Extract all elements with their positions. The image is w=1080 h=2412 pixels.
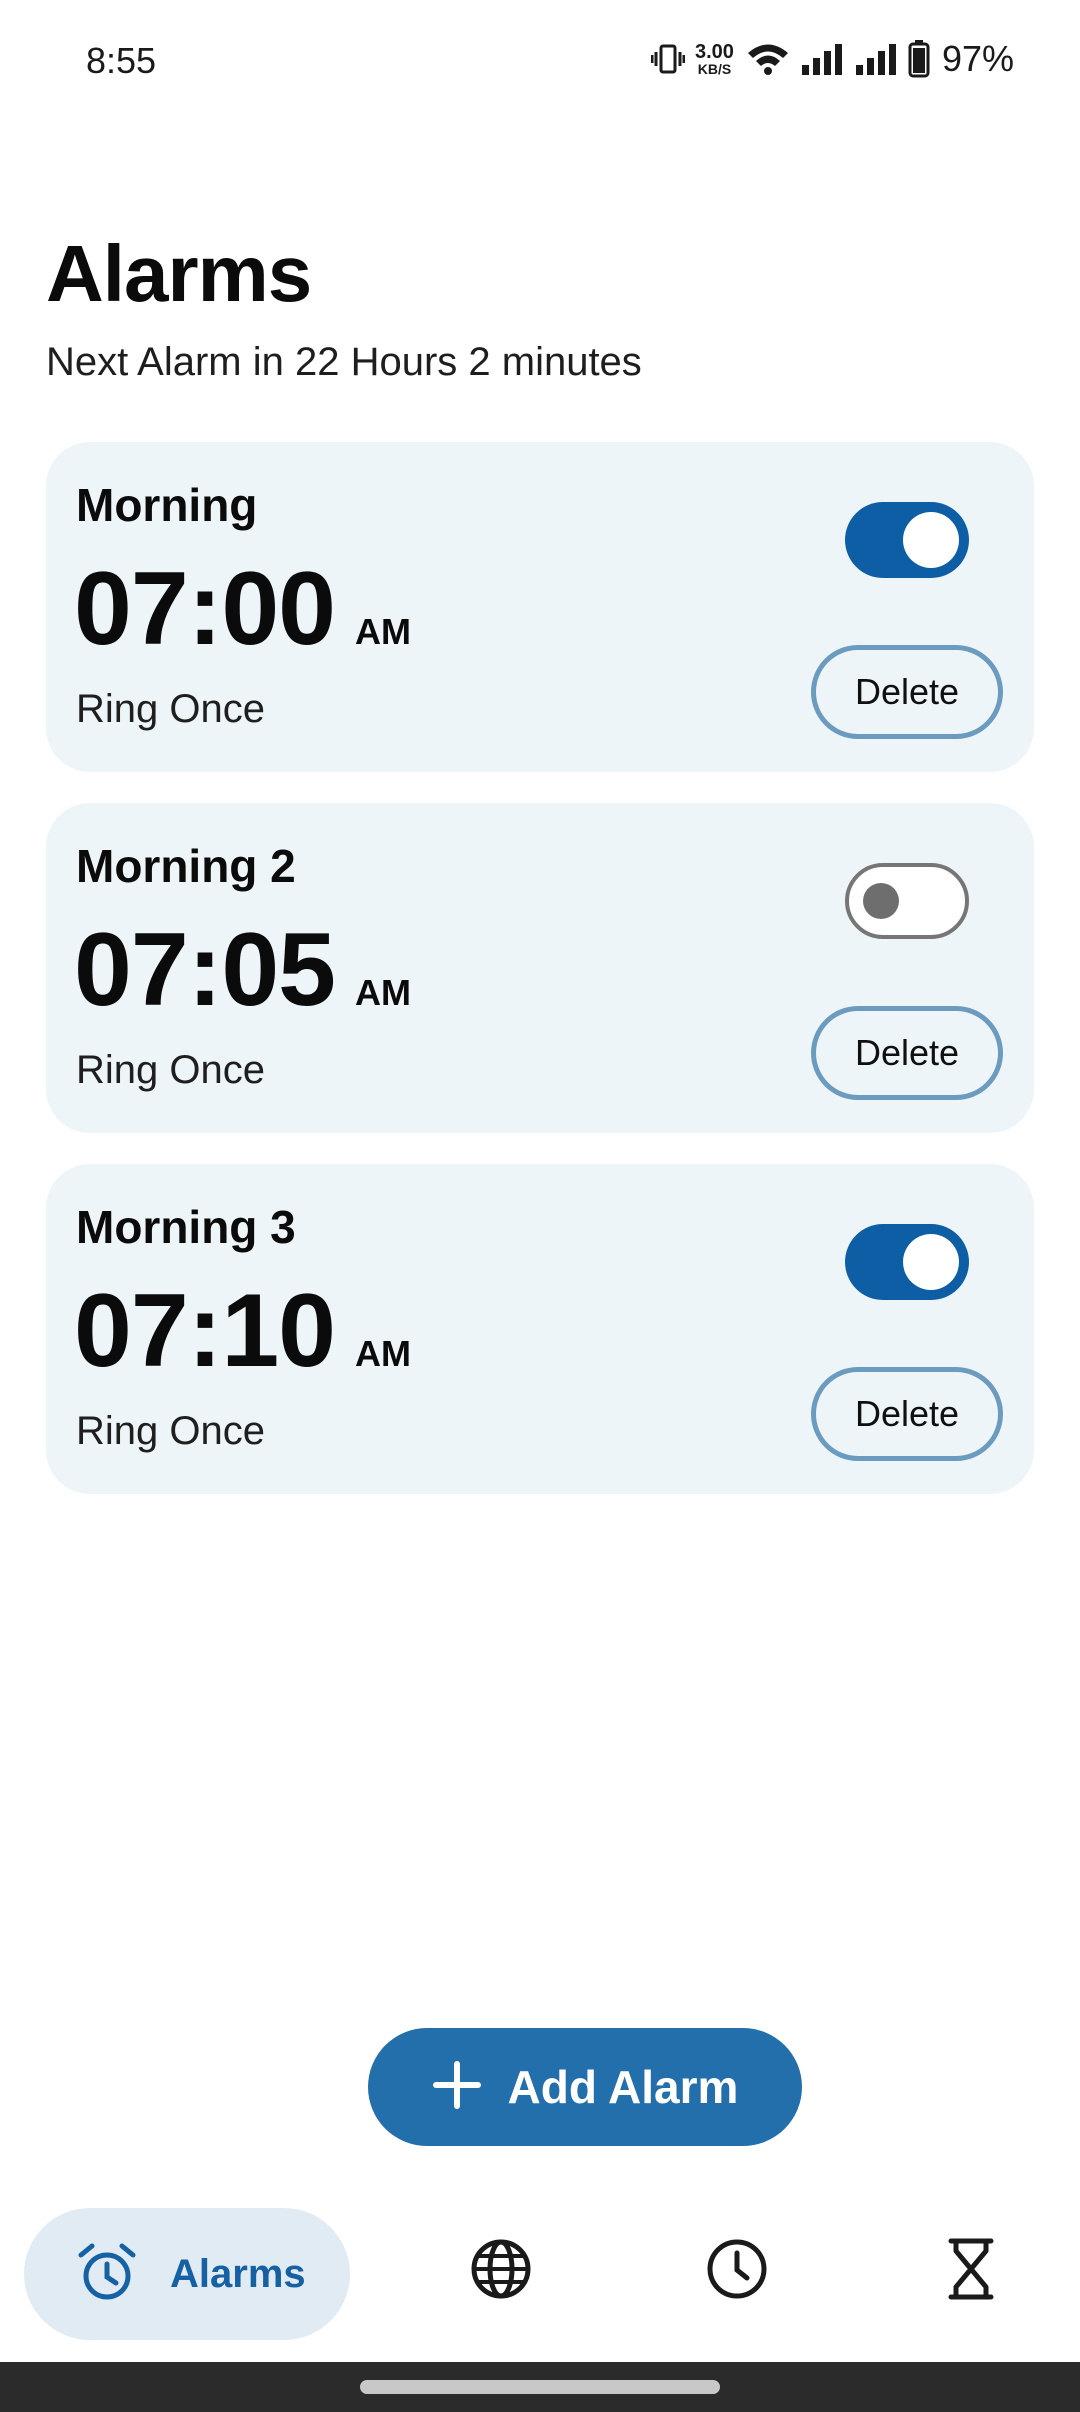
nav-item-world-clock[interactable] xyxy=(468,2238,534,2304)
nav-item-alarms-label: Alarms xyxy=(170,2251,306,2296)
status-time: 8:55 xyxy=(86,40,157,81)
wifi-icon xyxy=(746,42,790,76)
status-icons: 3.00 KB/S 97% xyxy=(651,38,1014,80)
add-alarm-label: Add Alarm xyxy=(507,2061,739,2113)
alarm-card[interactable]: Morning 2 07:05 AM Ring Once Delete xyxy=(46,803,1034,1133)
bottom-navigation: Alarms xyxy=(0,2192,1080,2362)
battery-icon xyxy=(908,40,930,78)
alarm-toggle[interactable] xyxy=(845,1224,969,1300)
add-alarm-button[interactable]: Add Alarm xyxy=(368,2028,802,2146)
battery-percent: 97% xyxy=(941,38,1014,79)
alarm-time-row: 07:10 AM xyxy=(74,1272,411,1391)
page-title: Alarms xyxy=(46,229,312,318)
alarm-clock-icon xyxy=(76,2241,138,2308)
gesture-bar xyxy=(0,2362,1080,2412)
alarm-time: 07:10 xyxy=(74,1273,336,1389)
clock-icon xyxy=(706,2238,768,2305)
delete-button[interactable]: Delete xyxy=(811,645,1003,739)
network-speed-value: 3.00 xyxy=(695,41,734,63)
nav-item-alarms[interactable]: Alarms xyxy=(24,2208,350,2340)
alarm-time-row: 07:05 AM xyxy=(74,911,411,1030)
next-alarm-subtitle: Next Alarm in 22 Hours 2 minutes xyxy=(46,340,642,384)
plus-icon xyxy=(432,2060,482,2115)
toggle-knob xyxy=(863,883,899,919)
vibrate-icon xyxy=(651,42,685,76)
alarm-toggle[interactable] xyxy=(845,502,969,578)
delete-button[interactable]: Delete xyxy=(811,1006,1003,1100)
status-bar: 8:55 3.00 KB/S 97% xyxy=(0,0,1080,125)
network-speed-unit: KB/S xyxy=(697,61,732,77)
hourglass-icon xyxy=(947,2237,995,2306)
alarm-repeat: Ring Once xyxy=(76,687,265,731)
nav-item-clock[interactable] xyxy=(704,2238,770,2304)
alarm-name: Morning xyxy=(76,479,258,531)
signal-icon xyxy=(800,43,844,75)
alarm-time-row: 07:00 AM xyxy=(74,550,411,669)
alarm-name: Morning 2 xyxy=(76,840,296,892)
toggle-knob xyxy=(903,1234,959,1290)
home-indicator[interactable] xyxy=(360,2380,720,2394)
nav-item-timer[interactable] xyxy=(938,2238,1004,2304)
toggle-knob xyxy=(903,512,959,568)
alarm-ampm: AM xyxy=(355,972,411,1013)
alarm-repeat: Ring Once xyxy=(76,1048,265,1092)
network-speed: 3.00 KB/S xyxy=(695,42,734,76)
globe-icon xyxy=(470,2238,532,2305)
alarm-time: 07:05 xyxy=(74,912,336,1028)
alarm-name: Morning 3 xyxy=(76,1201,296,1253)
delete-button[interactable]: Delete xyxy=(811,1367,1003,1461)
signal-icon-2 xyxy=(854,43,898,75)
alarm-card[interactable]: Morning 3 07:10 AM Ring Once Delete xyxy=(46,1164,1034,1494)
alarm-ampm: AM xyxy=(355,611,411,652)
alarm-card[interactable]: Morning 07:00 AM Ring Once Delete xyxy=(46,442,1034,772)
alarm-repeat: Ring Once xyxy=(76,1409,265,1453)
alarm-toggle[interactable] xyxy=(845,863,969,939)
alarm-ampm: AM xyxy=(355,1333,411,1374)
alarm-time: 07:00 xyxy=(74,551,336,667)
